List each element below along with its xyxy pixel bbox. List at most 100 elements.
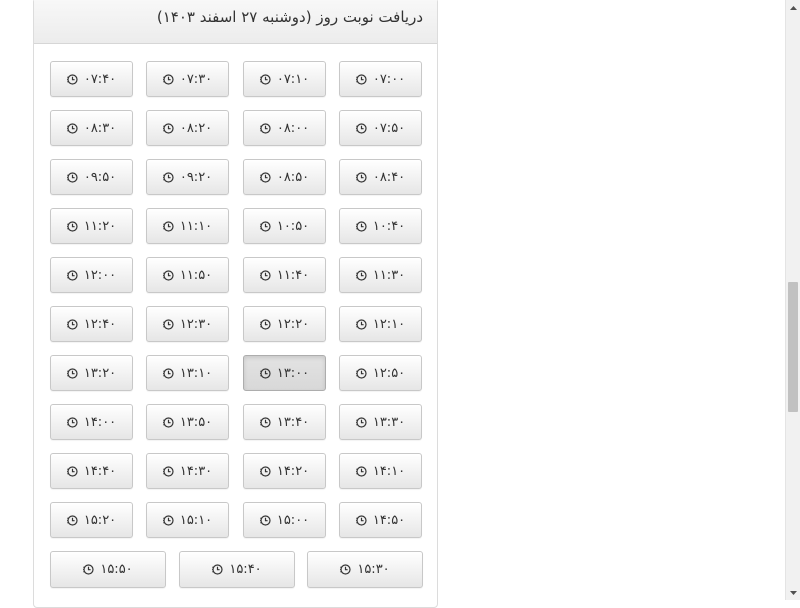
time-slot-label: ۰۷:۳۰ <box>179 71 213 87</box>
time-slot-button[interactable]: ۱۲:۴۰ <box>50 306 133 342</box>
time-slot-button[interactable]: ۱۳:۴۰ <box>243 404 326 440</box>
time-slot-label: ۱۱:۲۰ <box>83 218 117 234</box>
clock-icon <box>355 416 367 428</box>
time-slot-label: ۰۹:۵۰ <box>83 169 117 185</box>
time-slot-label: ۰۸:۲۰ <box>179 120 213 136</box>
clock-icon <box>66 465 78 477</box>
time-slot-button[interactable]: ۱۳:۲۰ <box>50 355 133 391</box>
time-slot-button[interactable]: ۱۴:۵۰ <box>339 502 422 538</box>
time-slot-button[interactable]: ۰۷:۴۰ <box>50 61 133 97</box>
clock-icon <box>162 416 174 428</box>
time-slot-label: ۱۲:۲۰ <box>276 316 310 332</box>
clock-icon <box>340 564 351 575</box>
time-slot-button[interactable]: ۱۲:۵۰ <box>339 355 422 391</box>
time-slot-label: ۱۵:۱۰ <box>179 512 213 528</box>
time-slot-button[interactable]: ۰۷:۱۰ <box>243 61 326 97</box>
time-slot-button[interactable]: ۱۲:۱۰ <box>339 306 422 342</box>
time-slot-label: ۱۱:۵۰ <box>179 267 213 283</box>
time-slot-button[interactable]: ۰۹:۵۰ <box>50 159 133 195</box>
time-slot-label: ۱۴:۴۰ <box>83 463 117 479</box>
clock-icon <box>259 220 271 232</box>
time-slot-button[interactable]: ۱۳:۳۰ <box>339 404 422 440</box>
time-slot-button[interactable]: ۱۱:۱۰ <box>146 208 229 244</box>
time-slot-button[interactable]: ۱۴:۴۰ <box>50 453 133 489</box>
clock-icon <box>162 220 174 232</box>
time-slot-label: ۱۴:۵۰ <box>372 512 406 528</box>
clock-icon <box>66 122 78 134</box>
time-slot-button[interactable]: ۱۵:۳۰ <box>307 551 423 588</box>
time-slot-button[interactable]: ۱۵:۰۰ <box>243 502 326 538</box>
time-slot-button[interactable]: ۱۵:۲۰ <box>50 502 133 538</box>
time-slot-button[interactable]: ۱۴:۲۰ <box>243 453 326 489</box>
time-slot-button[interactable]: ۰۹:۲۰ <box>146 159 229 195</box>
clock-icon <box>66 514 78 526</box>
time-slot-label: ۱۳:۱۰ <box>179 365 213 381</box>
clock-icon <box>355 465 367 477</box>
time-slot-button[interactable]: ۱۰:۴۰ <box>339 208 422 244</box>
time-slot-button[interactable]: ۰۸:۰۰ <box>243 110 326 146</box>
clock-icon <box>259 73 271 85</box>
time-slot-button[interactable]: ۱۲:۰۰ <box>50 257 133 293</box>
clock-icon <box>162 73 174 85</box>
clock-icon <box>66 220 78 232</box>
time-slot-button[interactable]: ۱۴:۳۰ <box>146 453 229 489</box>
time-slot-label: ۰۹:۲۰ <box>179 169 213 185</box>
time-slot-button[interactable]: ۱۲:۲۰ <box>243 306 326 342</box>
clock-icon <box>162 318 174 330</box>
time-slot-button[interactable]: ۱۱:۳۰ <box>339 257 422 293</box>
time-slot-button[interactable]: ۱۲:۳۰ <box>146 306 229 342</box>
clock-icon <box>162 465 174 477</box>
clock-icon <box>355 269 367 281</box>
clock-icon <box>162 122 174 134</box>
time-slot-button[interactable]: ۱۵:۵۰ <box>50 551 166 588</box>
time-slot-label: ۱۲:۰۰ <box>83 267 117 283</box>
time-slot-label: ۱۳:۵۰ <box>179 414 213 430</box>
time-slot-button[interactable]: ۱۱:۴۰ <box>243 257 326 293</box>
time-slot-label: ۰۸:۴۰ <box>372 169 406 185</box>
scrollbar-thumb[interactable] <box>788 282 798 412</box>
time-slot-button[interactable]: ۱۱:۲۰ <box>50 208 133 244</box>
vertical-scrollbar[interactable] <box>785 0 800 600</box>
panel-title: دریافت نوبت روز (دوشنبه ۲۷ اسفند ۱۴۰۳) <box>156 8 423 26</box>
clock-icon <box>162 269 174 281</box>
time-slot-button[interactable]: ۱۱:۵۰ <box>146 257 229 293</box>
time-slot-button[interactable]: ۰۸:۲۰ <box>146 110 229 146</box>
time-slot-button[interactable]: ۰۷:۳۰ <box>146 61 229 97</box>
time-slot-button[interactable]: ۰۷:۵۰ <box>339 110 422 146</box>
time-slot-button[interactable]: ۱۵:۴۰ <box>179 551 295 588</box>
clock-icon <box>66 269 78 281</box>
time-slot-button[interactable]: ۱۳:۵۰ <box>146 404 229 440</box>
time-slot-label: ۰۷:۱۰ <box>276 71 310 87</box>
time-slot-label: ۱۵:۵۰ <box>100 562 133 577</box>
clock-icon <box>355 220 367 232</box>
appointment-panel: دریافت نوبت روز (دوشنبه ۲۷ اسفند ۱۴۰۳) ۰… <box>33 0 438 608</box>
clock-icon <box>66 367 78 379</box>
time-slot-label: ۱۳:۳۰ <box>372 414 406 430</box>
time-slot-button[interactable]: ۰۸:۳۰ <box>50 110 133 146</box>
scroll-up-arrow-icon[interactable] <box>786 0 800 15</box>
time-slot-label: ۰۷:۴۰ <box>83 71 117 87</box>
time-slot-button[interactable]: ۱۰:۵۰ <box>243 208 326 244</box>
panel-header: دریافت نوبت روز (دوشنبه ۲۷ اسفند ۱۴۰۳) <box>34 0 437 44</box>
time-slot-label: ۱۵:۰۰ <box>276 512 310 528</box>
time-slot-button[interactable]: ۱۴:۰۰ <box>50 404 133 440</box>
time-slot-button[interactable]: ۱۴:۱۰ <box>339 453 422 489</box>
time-slot-button[interactable]: ۱۳:۰۰ <box>243 355 326 391</box>
time-slot-label: ۱۵:۴۰ <box>229 562 262 577</box>
time-slot-button[interactable]: ۰۸:۴۰ <box>339 159 422 195</box>
time-slot-label: ۱۳:۴۰ <box>276 414 310 430</box>
time-slot-label: ۱۲:۳۰ <box>179 316 213 332</box>
time-slot-label: ۰۸:۳۰ <box>83 120 117 136</box>
time-slot-label: ۱۱:۴۰ <box>276 267 310 283</box>
time-slot-label: ۱۴:۰۰ <box>83 414 117 430</box>
time-slot-label: ۰۷:۵۰ <box>372 120 406 136</box>
clock-icon <box>66 73 78 85</box>
clock-icon <box>259 122 271 134</box>
scroll-down-arrow-icon[interactable] <box>786 585 800 600</box>
time-slot-button[interactable]: ۰۷:۰۰ <box>339 61 422 97</box>
time-slot-button[interactable]: ۰۸:۵۰ <box>243 159 326 195</box>
time-slot-button[interactable]: ۱۳:۱۰ <box>146 355 229 391</box>
clock-icon <box>259 171 271 183</box>
clock-icon <box>259 367 271 379</box>
time-slot-button[interactable]: ۱۵:۱۰ <box>146 502 229 538</box>
